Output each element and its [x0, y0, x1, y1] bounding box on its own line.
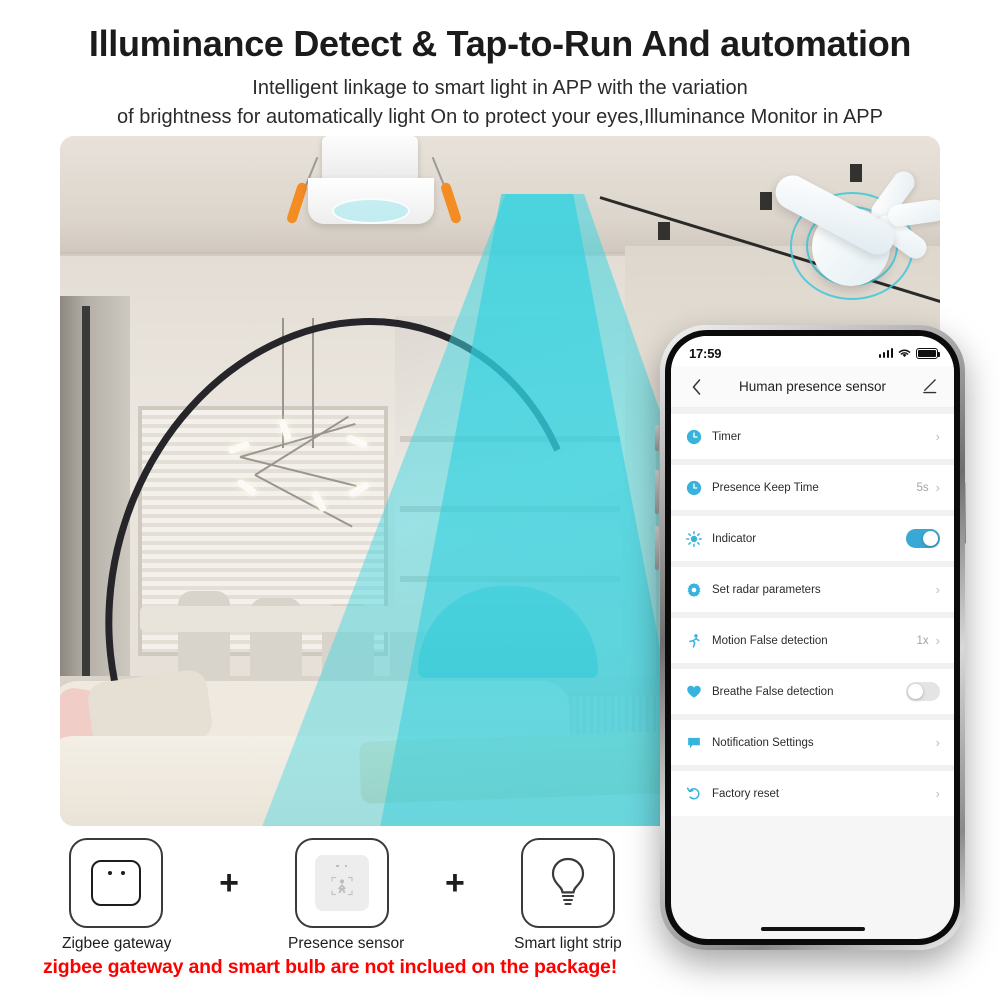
gear-icon: [685, 581, 702, 598]
gateway-led: [107, 870, 112, 875]
list-item-factory-reset[interactable]: Factory reset ›: [671, 771, 954, 816]
running-person-icon: [685, 632, 702, 649]
presence-sensor-icon: [294, 837, 389, 928]
zigbee-gateway-icon: [69, 837, 163, 928]
status-bar: 17:59: [671, 336, 954, 366]
settings-list: Timer › Presence Keep Time 5s › Indicato…: [671, 408, 954, 816]
ceiling-sensor-lens: [332, 198, 410, 224]
product-presence-sensor: Presence sensor: [287, 837, 405, 953]
brightness-sun-icon: [685, 530, 702, 547]
list-item-label: Set radar parameters: [712, 583, 821, 596]
breathe-false-detection-toggle[interactable]: [906, 682, 940, 701]
header-block: Illuminance Detect & Tap-to-Run And auto…: [0, 0, 1000, 132]
app-page-title: Human presence sensor: [738, 379, 887, 394]
home-indicator[interactable]: [760, 927, 865, 931]
sensor-body: [314, 854, 369, 911]
plus-separator: +: [445, 863, 465, 902]
page-subtitle: Intelligent linkage to smart light in AP…: [0, 74, 1000, 132]
package-disclaimer: zigbee gateway and smart bulb are not in…: [42, 956, 617, 978]
list-item-label: Factory reset: [712, 787, 780, 800]
product-caption: Zigbee gateway: [62, 934, 172, 952]
list-item-label: Breathe False detection: [712, 685, 834, 698]
back-chevron-icon[interactable]: [685, 376, 707, 398]
ceiling-sensor-body: [322, 136, 418, 184]
chevron-right-icon: ›: [935, 786, 940, 801]
page-title: Illuminance Detect & Tap-to-Run And auto…: [88, 23, 912, 64]
list-item-presence-keep-time[interactable]: Presence Keep Time 5s ›: [671, 465, 954, 510]
list-item-timer[interactable]: Timer ›: [671, 414, 954, 459]
sensor-leds: [336, 864, 348, 868]
plus-separator: +: [219, 863, 239, 902]
phone-mute-switch[interactable]: [655, 425, 659, 451]
product-smart-light-strip: Smart light strip: [514, 837, 622, 953]
subtitle-line-2: of brightness for automatically light On…: [117, 106, 883, 129]
list-item-notification-settings[interactable]: Notification Settings ›: [671, 720, 954, 765]
phone-mockup: 17:59 Human presence sensor Timer › Pres…: [660, 325, 965, 950]
subtitle-line-1: Intelligent linkage to smart light in AP…: [252, 77, 748, 100]
bulb-glyph: [551, 857, 585, 905]
product-caption: Smart light strip: [514, 934, 622, 952]
phone-bezel: 17:59 Human presence sensor Timer › Pres…: [665, 330, 960, 945]
phone-volume-down-button[interactable]: [655, 526, 659, 570]
status-time: 17:59: [689, 345, 722, 361]
indicator-toggle[interactable]: [906, 529, 940, 548]
heart-icon: [685, 683, 702, 700]
list-item-label: Motion False detection: [712, 634, 828, 647]
chevron-right-icon: ›: [935, 582, 940, 597]
track-light-node: [658, 222, 670, 240]
speech-bubble-icon: [685, 734, 702, 751]
product-bundle-row: Zigbee gateway + Presence sensor + Smart…: [62, 837, 622, 953]
list-item-value: 5s: [916, 481, 929, 494]
app-nav-bar: Human presence sensor: [671, 366, 954, 408]
list-item-label: Timer: [712, 430, 741, 443]
product-caption: Presence sensor: [287, 934, 405, 952]
list-item-label: Presence Keep Time: [712, 481, 819, 494]
door-frame: [82, 306, 90, 706]
cellular-signal-icon: [878, 348, 893, 358]
list-item-set-radar-parameters[interactable]: Set radar parameters ›: [671, 567, 954, 612]
chevron-right-icon: ›: [935, 429, 940, 444]
chevron-right-icon: ›: [935, 633, 940, 648]
list-item-indicator[interactable]: Indicator: [671, 516, 954, 561]
human-detect-icon: [331, 877, 353, 896]
list-item-label: Notification Settings: [712, 736, 814, 749]
product-zigbee-gateway: Zigbee gateway: [62, 837, 172, 953]
gateway-body: [91, 859, 141, 906]
undo-arrow-icon: [685, 785, 702, 802]
chevron-right-icon: ›: [935, 735, 940, 750]
phone-screen: 17:59 Human presence sensor Timer › Pres…: [671, 336, 954, 939]
clock-icon: [685, 479, 702, 496]
list-item-breathe-false-detection[interactable]: Breathe False detection: [671, 669, 954, 714]
toggle-knob: [922, 530, 939, 547]
list-item-motion-false-detection[interactable]: Motion False detection 1x ›: [671, 618, 954, 663]
gateway-led: [120, 870, 125, 875]
chevron-right-icon: ›: [935, 480, 940, 495]
status-icons: [878, 347, 940, 359]
list-item-label: Indicator: [712, 532, 757, 545]
phone-volume-up-button[interactable]: [655, 470, 659, 514]
floating-sensor-device: [760, 167, 940, 328]
clock-timer-icon: [685, 428, 702, 445]
edit-pencil-icon[interactable]: [918, 376, 940, 398]
battery-full-icon: [916, 347, 940, 359]
toggle-knob: [907, 683, 924, 700]
light-bulb-icon: [520, 837, 615, 928]
list-item-value: 1x: [916, 634, 929, 647]
wifi-icon: [898, 349, 911, 358]
